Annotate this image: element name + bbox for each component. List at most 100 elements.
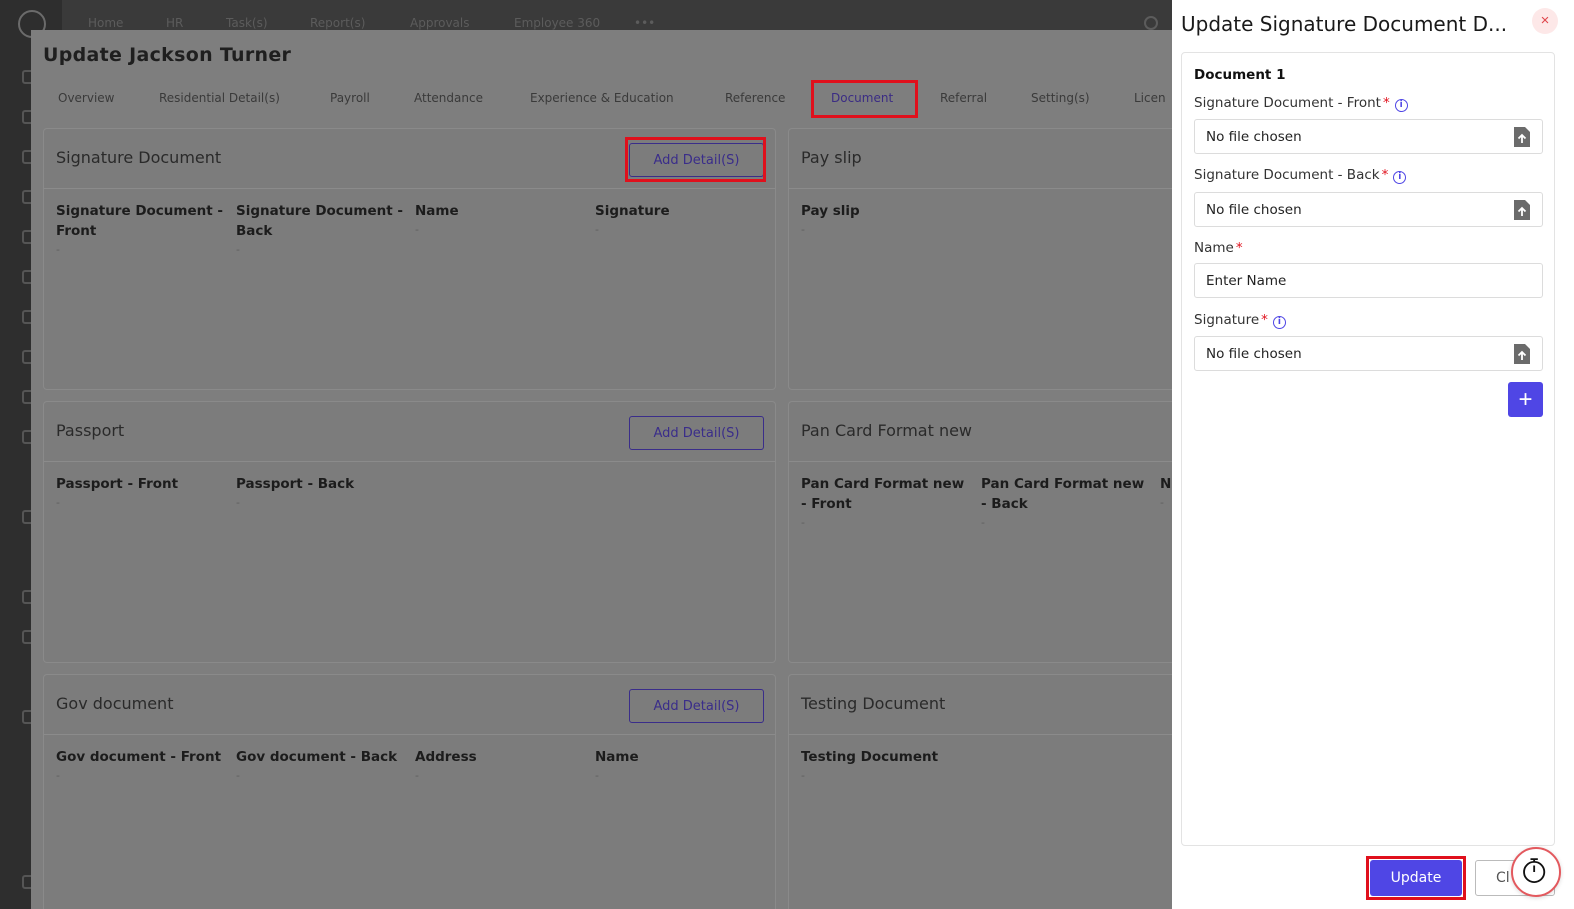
file-status: No file chosen: [1206, 129, 1302, 145]
front-field-label: Signature Document - Front * i: [1194, 95, 1408, 112]
column: Pay slip -: [801, 201, 971, 236]
name-label-text: Name: [1194, 240, 1234, 256]
stopwatch-icon: [1523, 858, 1546, 884]
testing-document-card: Testing Document Testing Document -: [788, 674, 1172, 909]
column-value: -: [595, 223, 599, 236]
card-header: Pan Card Format new: [789, 402, 1172, 462]
update-employee-modal: Update Jackson Turner Overview Residenti…: [31, 30, 1172, 909]
signature-file-input[interactable]: No file chosen: [1194, 336, 1543, 371]
nav-hr[interactable]: HR: [166, 16, 183, 30]
column: Address -: [415, 747, 585, 782]
card-header: Testing Document: [789, 675, 1172, 735]
tab-attendance[interactable]: Attendance: [414, 91, 483, 105]
add-details-button[interactable]: Add Detail(S): [629, 689, 764, 723]
passport-card: Passport Add Detail(S) Passport - Front …: [43, 401, 776, 663]
close-icon[interactable]: ×: [1532, 8, 1558, 34]
column-value: -: [981, 516, 985, 529]
tab-payroll[interactable]: Payroll: [330, 91, 370, 105]
info-icon[interactable]: i: [1393, 171, 1407, 184]
card-title: Signature Document: [56, 148, 222, 167]
nav-tasks[interactable]: Task(s): [226, 16, 268, 30]
column-value: -: [801, 223, 805, 236]
tab-residential-details[interactable]: Residential Detail(s): [159, 91, 280, 105]
back-label-text: Signature Document - Back: [1194, 167, 1380, 183]
column-header: Signature Document - Back: [236, 203, 403, 239]
info-icon[interactable]: i: [1394, 99, 1408, 112]
column-header: Address: [415, 749, 477, 765]
nav-approvals[interactable]: Approvals: [410, 16, 470, 30]
nav-more[interactable]: •••: [634, 16, 655, 30]
front-file-input[interactable]: No file chosen: [1194, 119, 1543, 154]
back-file-input[interactable]: No file chosen: [1194, 192, 1543, 227]
column: Pan Card Format new - Back -: [981, 474, 1151, 529]
document-label: Document 1: [1194, 67, 1286, 83]
column: Pan Card Format new - Front -: [801, 474, 971, 529]
front-label-text: Signature Document - Front: [1194, 95, 1381, 111]
column-header: Gov document - Front: [56, 749, 222, 765]
column: Passport - Front -: [56, 474, 226, 509]
card-title: Pan Card Format new: [801, 421, 973, 440]
column-header: Pan Card Format new - Back: [981, 476, 1145, 512]
info-icon[interactable]: i: [1272, 316, 1286, 329]
column: Gov document - Back -: [236, 747, 406, 782]
tab-licence[interactable]: Licen: [1134, 91, 1166, 105]
card-header: Gov document Add Detail(S): [44, 675, 775, 735]
tab-overview[interactable]: Overview: [58, 91, 115, 105]
column: Signature Document - Front -: [56, 201, 226, 256]
column-value: -: [56, 496, 60, 509]
column-value: -: [415, 769, 419, 782]
upload-file-icon[interactable]: [1513, 199, 1531, 221]
column-header: Passport - Front: [56, 476, 179, 492]
column-header: Testing Document: [801, 749, 939, 765]
column-header: Signature Document - Front: [56, 203, 223, 239]
column-value: -: [1160, 496, 1164, 509]
column-header: Signature: [595, 203, 670, 219]
nav-home[interactable]: Home: [88, 16, 123, 30]
required-marker: *: [1382, 95, 1390, 111]
column-value: -: [236, 243, 240, 256]
document-tab-highlight: [811, 80, 918, 118]
column-value: -: [236, 496, 240, 509]
document-form: Document 1 Signature Document - Front * i …: [1181, 52, 1555, 846]
add-details-highlight: [625, 137, 766, 182]
signature-field-label: Signature * i: [1194, 312, 1286, 329]
search-icon[interactable]: [1144, 16, 1158, 30]
column-value: -: [801, 769, 805, 782]
upload-file-icon[interactable]: [1513, 343, 1531, 365]
back-field-label: Signature Document - Back * i: [1194, 167, 1407, 184]
timer-widget[interactable]: [1511, 847, 1561, 897]
name-field-label: Name *: [1194, 240, 1243, 256]
column-header: Pan Card Format new - Front: [801, 476, 965, 512]
nav-reports[interactable]: Report(s): [310, 16, 365, 30]
name-input[interactable]: [1194, 263, 1543, 298]
pan-card-format-card: Pan Card Format new Pan Card Format new …: [788, 401, 1172, 663]
tab-settings[interactable]: Setting(s): [1031, 91, 1090, 105]
required-marker: *: [1261, 312, 1268, 328]
card-title: Gov document: [56, 694, 174, 713]
required-marker: *: [1235, 240, 1243, 256]
tab-experience-education[interactable]: Experience & Education: [530, 91, 674, 105]
file-status: No file chosen: [1206, 202, 1302, 218]
column: Signature -: [595, 201, 765, 236]
column-value: -: [595, 769, 599, 782]
card-title: Testing Document: [801, 694, 946, 713]
column-header: Name: [415, 203, 459, 219]
column-value: -: [236, 769, 240, 782]
column: N -: [1160, 474, 1172, 509]
tab-reference[interactable]: Reference: [725, 91, 785, 105]
nav-employee-360[interactable]: Employee 360: [514, 16, 600, 30]
upload-file-icon[interactable]: [1513, 126, 1531, 148]
tab-bar: Overview Residential Detail(s) Payroll A…: [31, 80, 1172, 118]
add-details-button[interactable]: Add Detail(S): [629, 416, 764, 450]
column-value: -: [56, 243, 60, 256]
column-header: Name: [595, 749, 639, 765]
column: Name -: [415, 201, 585, 236]
tab-referral[interactable]: Referral: [940, 91, 987, 105]
add-document-button[interactable]: +: [1508, 382, 1543, 417]
card-title: Pay slip: [801, 148, 862, 167]
column-value: -: [415, 223, 419, 236]
column-header: Passport - Back: [236, 476, 355, 492]
modal-title: Update Jackson Turner: [43, 44, 292, 66]
signature-label-text: Signature: [1194, 312, 1260, 328]
file-status: No file chosen: [1206, 346, 1302, 362]
